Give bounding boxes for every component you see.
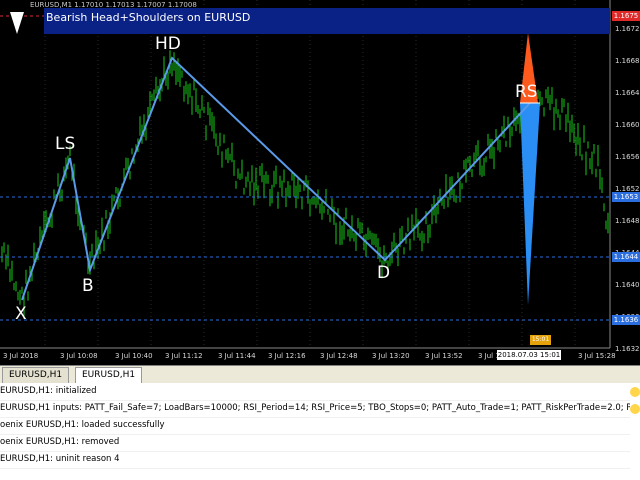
price-tag-mid: 1.1653 <box>612 192 640 202</box>
tab-eurusd-h1-2[interactable]: EURUSD,H1 <box>75 367 143 383</box>
log-row: EURUSD,H1: initialized <box>0 383 630 401</box>
price-axis-label: 1.1660 <box>615 121 640 129</box>
time-axis-label: 3 Jul 10:08 <box>60 352 98 360</box>
time-axis-label: 3 Jul 15:28 <box>578 352 616 360</box>
warning-icon <box>630 404 640 414</box>
time-axis-label: 3 Jul 2018 <box>3 352 39 360</box>
time-axis-label: 3 Jul 12:16 <box>268 352 306 360</box>
label-b: B <box>82 276 94 296</box>
price-axis-label: 1.1656 <box>615 153 640 161</box>
time-tag: 15:01 <box>530 335 551 345</box>
chart-area[interactable]: EURUSD,M1 1.17010 1.17013 1.17007 1.1700… <box>0 0 640 365</box>
label-d: D <box>377 263 391 283</box>
label-ls: LS <box>55 134 76 154</box>
label-rs: RS <box>515 82 538 102</box>
time-axis-label: 3 Jul 11:44 <box>218 352 256 360</box>
price-tag-bottom: 1.1636 <box>612 315 640 325</box>
tab-eurusd-h1-1[interactable]: EURUSD,H1 <box>2 367 70 384</box>
rs-blue-wedge <box>520 103 540 305</box>
price-axis-label: 1.1668 <box>615 57 640 65</box>
time-axis-label: 3 Jul 13:20 <box>372 352 410 360</box>
banner-title: Bearish Head+Shoulders on EURUSD <box>46 11 251 24</box>
log-row: EURUSD,H1 inputs: PATT_Fail_Safe=7; Load… <box>0 400 630 418</box>
price-axis-label: 1.1648 <box>615 217 640 225</box>
time-axis-label: 3 Jul 12:48 <box>320 352 358 360</box>
label-hd: HD <box>155 34 181 54</box>
experts-log: EURUSD,H1: initialized EURUSD,H1 inputs:… <box>0 383 640 480</box>
log-row: oenix EURUSD,H1: removed <box>0 434 630 452</box>
price-axis-label: 1.1632 <box>615 345 640 353</box>
time-axis-label: 3 Jul 11:12 <box>165 352 203 360</box>
price-axis-label: 1.1640 <box>615 281 640 289</box>
price-tag-low: 1.1644 <box>612 252 640 262</box>
price-axis-label: 1.1664 <box>615 89 640 97</box>
price-tag-top: 1.1675 <box>612 11 640 21</box>
time-highlight: 2018.07.03 15:01 <box>497 350 561 360</box>
price-chart <box>0 0 611 349</box>
log-row: oenix EURUSD,H1: loaded successfully <box>0 417 630 435</box>
time-axis-label: 3 Jul 10:40 <box>115 352 153 360</box>
log-row: EURUSD,H1: uninit reason 4 <box>0 451 630 469</box>
chart-tabs: EURUSD,H1 EURUSD,H1 <box>0 365 640 384</box>
price-axis-label: 1.1672 <box>615 25 640 33</box>
label-x: X <box>15 304 27 324</box>
pattern-arrow-icon <box>10 12 24 34</box>
warning-icon <box>630 387 640 397</box>
time-axis-label: 3 Jul 13:52 <box>425 352 463 360</box>
